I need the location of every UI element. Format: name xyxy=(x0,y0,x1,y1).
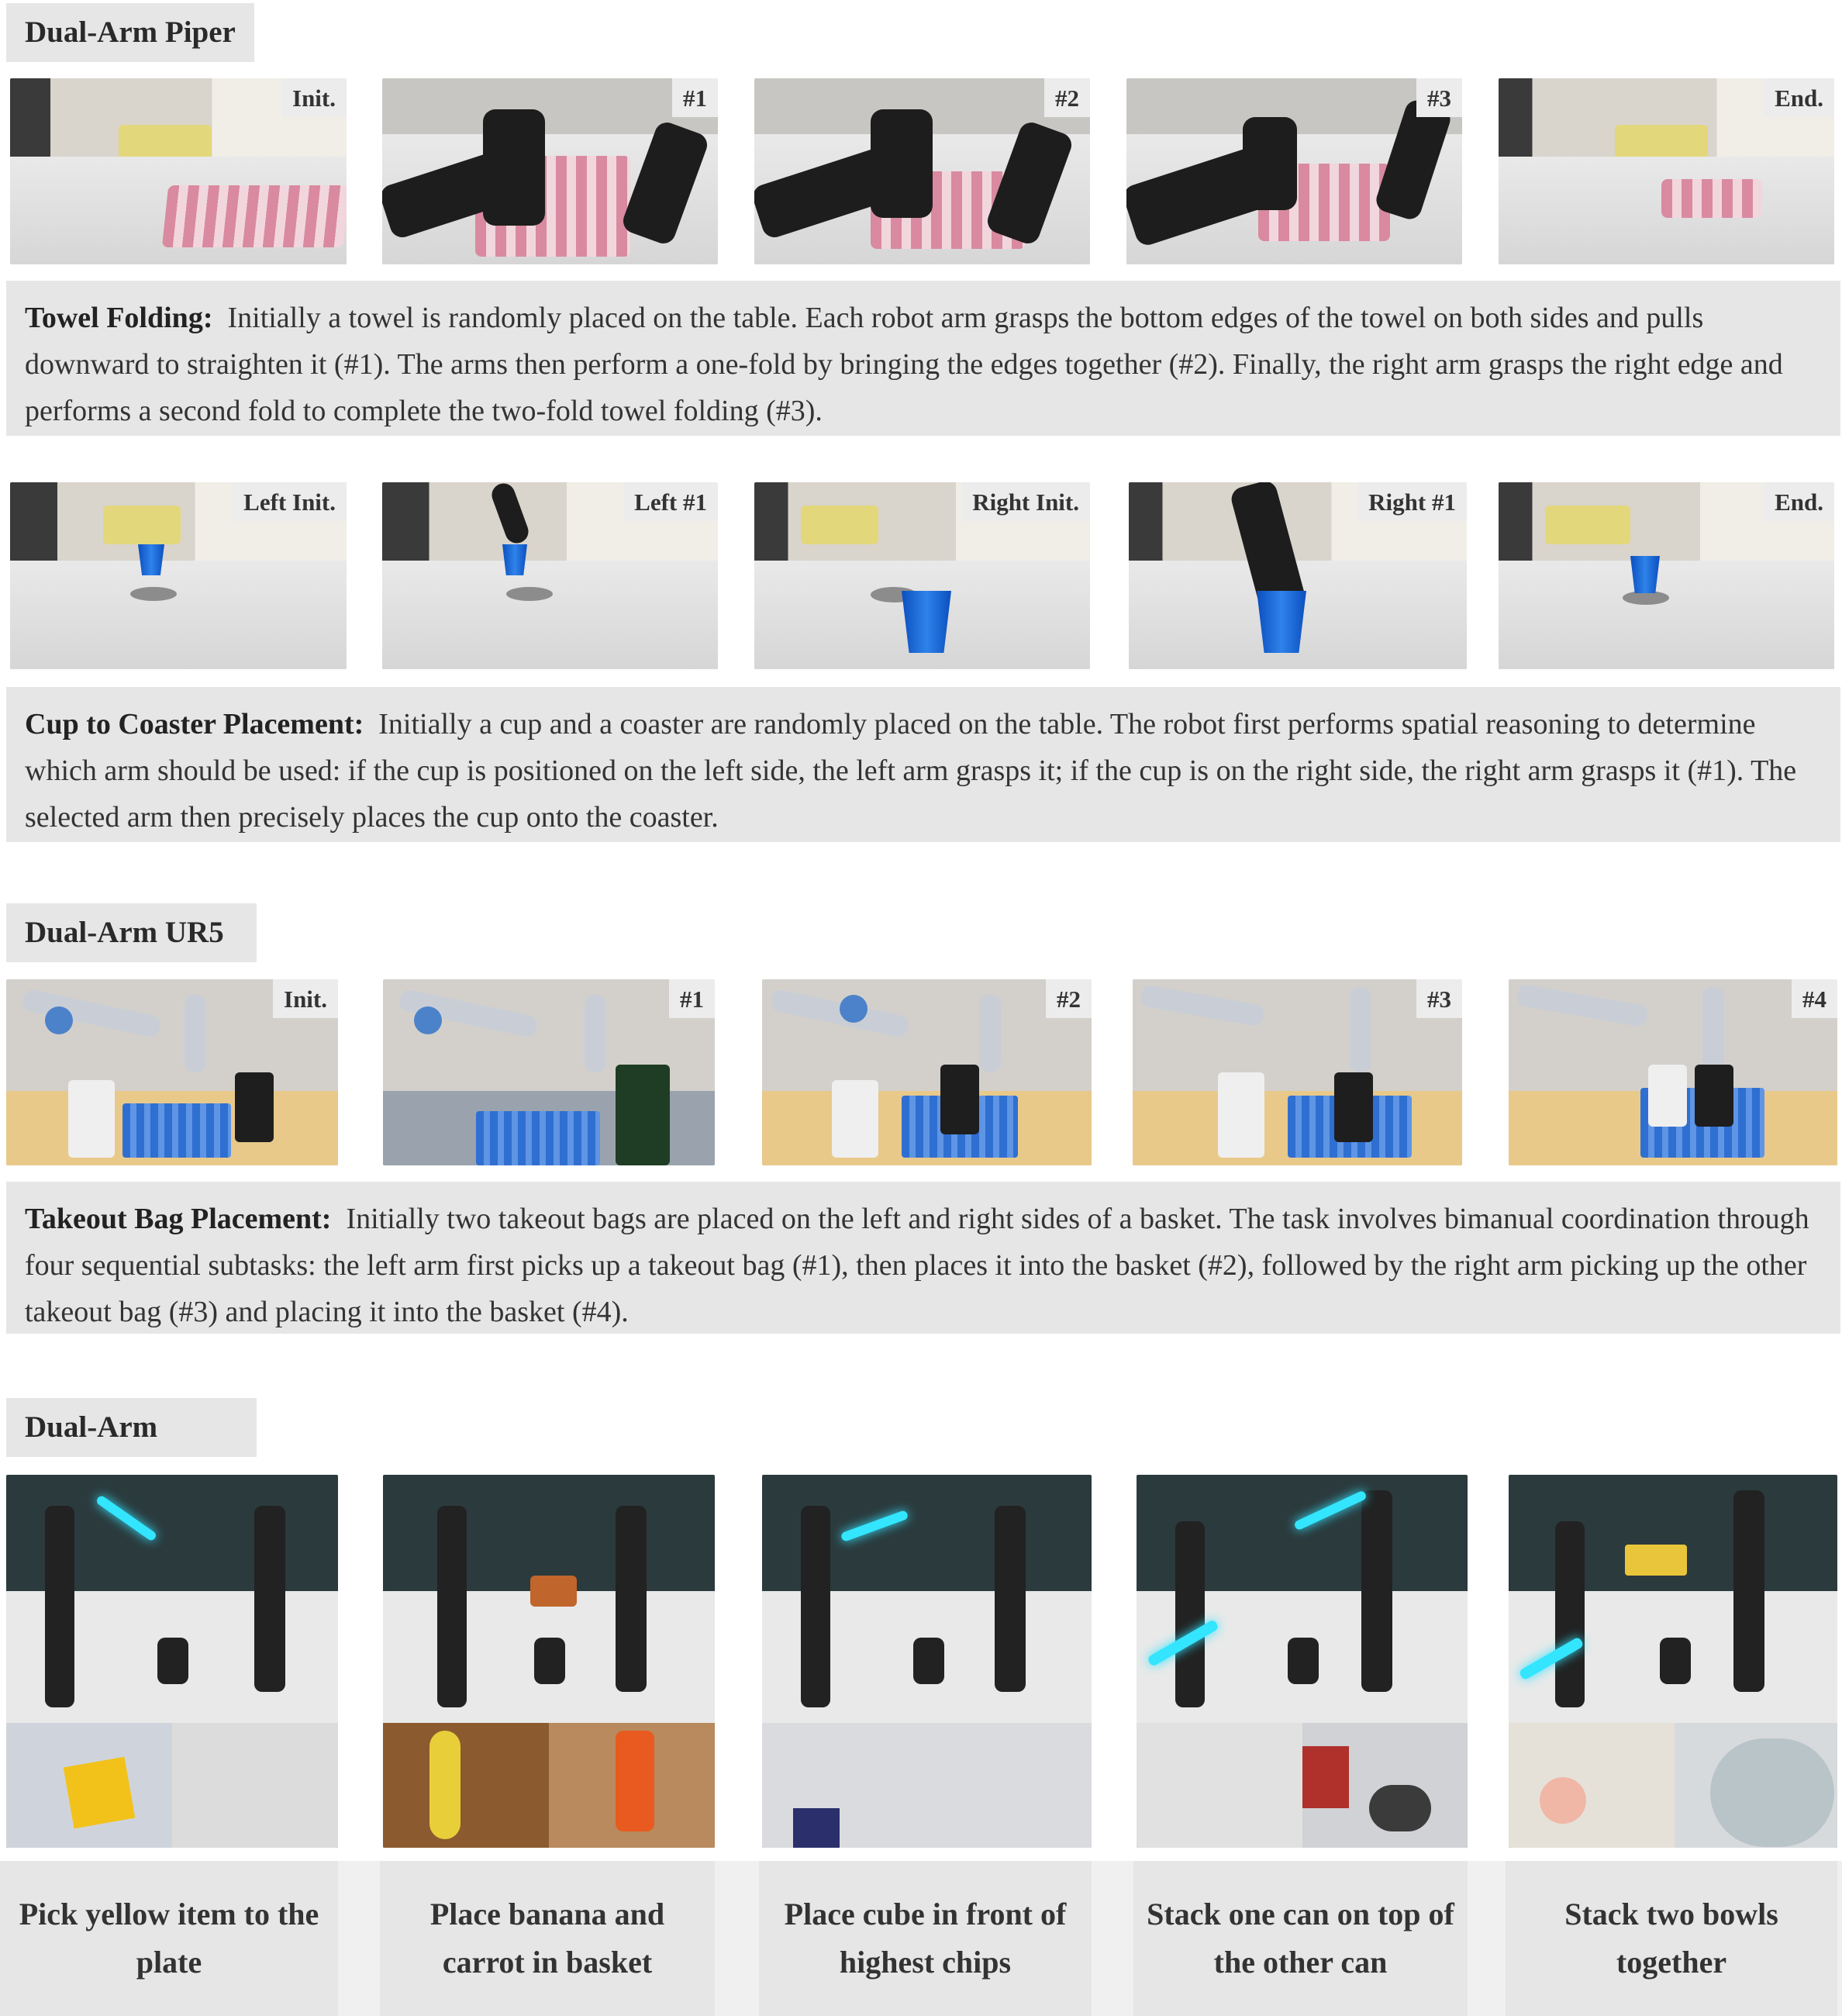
towel-folding-description: Towel Folding: Initially a towel is rand… xyxy=(6,281,1840,436)
caption-cube-chips: Place cube in front of highest chips xyxy=(759,1861,1092,2016)
task-name: Takeout Bag Placement: xyxy=(25,1203,332,1235)
ur5-frame-3: #3 xyxy=(1133,979,1462,1165)
task-name: Cup to Coaster Placement: xyxy=(25,708,364,740)
caption-stack-can: Stack one can on top of the other can xyxy=(1133,1861,1468,2016)
arx5-frame-1 xyxy=(6,1475,338,1848)
frame-label: #3 xyxy=(1416,979,1462,1018)
frame-label: Right #1 xyxy=(1357,482,1467,521)
ur5-frame-init: Init. xyxy=(6,979,338,1165)
caption-pick-yellow: Pick yellow item to the plate xyxy=(0,1861,338,2016)
frame-label: Init. xyxy=(281,78,347,117)
section-title-arx5: Dual-Arm ARX5 xyxy=(6,1398,257,1503)
cup-frame-left-init: Left Init. xyxy=(10,482,347,669)
cup-frame-left-1: Left #1 xyxy=(382,482,718,669)
arx5-frame-3 xyxy=(762,1475,1092,1848)
frame-label: #3 xyxy=(1416,78,1462,117)
cup-frames-row: Left Init. Left #1 Right Init. Right #1 … xyxy=(0,482,1842,669)
cup-frame-right-1: Right #1 xyxy=(1129,482,1467,669)
frame-label: Left Init. xyxy=(233,482,347,521)
towel-frame-end: End. xyxy=(1499,78,1834,264)
frame-label: Left #1 xyxy=(623,482,718,521)
ur5-frame-1: #1 xyxy=(383,979,715,1165)
task-name: Towel Folding: xyxy=(25,302,213,334)
frame-label: End. xyxy=(1764,78,1834,117)
frame-label: Init. xyxy=(273,979,338,1018)
towel-frame-3: #3 xyxy=(1126,78,1462,264)
towel-frames-row: Init. #1 #2 #3 End. xyxy=(0,78,1842,264)
arx5-frame-5 xyxy=(1509,1475,1837,1848)
frame-label: #2 xyxy=(1044,78,1090,117)
caption-banana-carrot: Place banana and carrot in basket xyxy=(380,1861,715,2016)
frame-label: End. xyxy=(1764,482,1834,521)
ur5-frame-4: #4 xyxy=(1509,979,1837,1165)
ur5-frames-row: Init. #1 #2 #3 #4 xyxy=(0,979,1842,1165)
towel-frame-init: Init. xyxy=(10,78,347,264)
section-title-piper: Dual-Arm Piper xyxy=(6,3,254,62)
frame-label: #2 xyxy=(1046,979,1092,1018)
section-title-ur5: Dual-Arm UR5 xyxy=(6,903,257,962)
arx5-frames-row xyxy=(0,1475,1842,1848)
arx5-frame-4 xyxy=(1137,1475,1468,1848)
towel-frame-2: #2 xyxy=(754,78,1090,264)
cup-frame-end: End. xyxy=(1499,482,1834,669)
frame-label: #1 xyxy=(672,78,718,117)
caption-stack-bowls: Stack two bowls together xyxy=(1506,1861,1837,2016)
towel-frame-1: #1 xyxy=(382,78,718,264)
frame-label: #4 xyxy=(1792,979,1837,1018)
cup-placement-description: Cup to Coaster Placement: Initially a cu… xyxy=(6,687,1840,842)
ur5-frame-2: #2 xyxy=(762,979,1092,1165)
takeout-bag-description: Takeout Bag Placement: Initially two tak… xyxy=(6,1182,1840,1334)
frame-label: #1 xyxy=(669,979,715,1018)
cup-frame-right-init: Right Init. xyxy=(754,482,1090,669)
frame-label: Right Init. xyxy=(961,482,1090,521)
arx5-frame-2 xyxy=(383,1475,715,1848)
task-description: Initially a towel is randomly placed on … xyxy=(25,302,1783,427)
